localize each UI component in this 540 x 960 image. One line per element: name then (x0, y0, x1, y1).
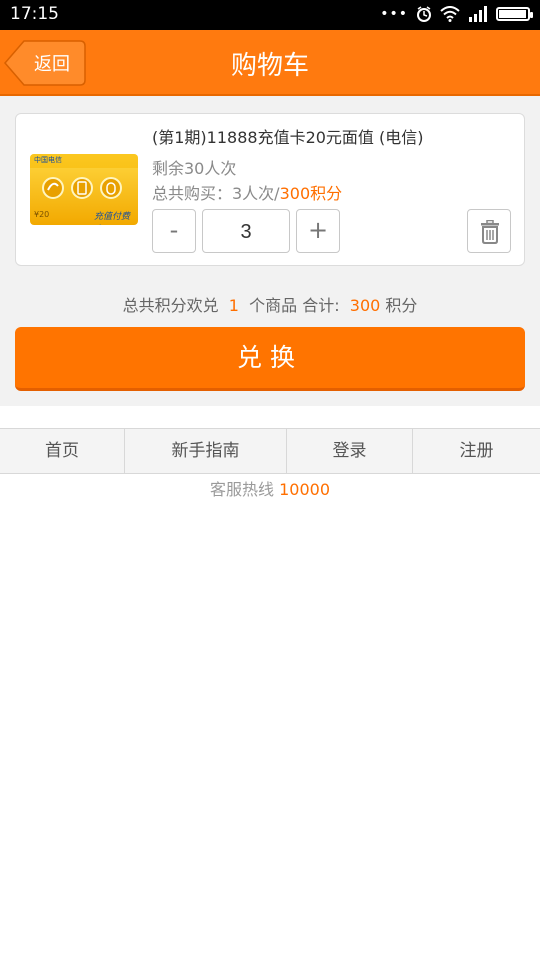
summary-prefix: 总共积分欢兑 (122, 296, 219, 315)
status-icons: ••• (380, 6, 533, 22)
summary-middle: 个商品 合计: (249, 296, 340, 315)
product-thumbnail[interactable]: 中国电信 ¥20 充值付费卡 (30, 154, 138, 225)
alarm-icon (417, 6, 431, 22)
status-time: 17:15 (10, 4, 59, 24)
battery-icon (496, 7, 533, 21)
thumb-card-brand: 充值付费卡 (94, 212, 131, 222)
cart-content: 中国电信 ¥20 充值付费卡 (第1期)11888充值卡20元面值 (电信) 剩… (0, 96, 540, 406)
footer-nav: 首页 新手指南 登录 注册 (0, 428, 540, 474)
product-bought: 总共购买：3人次/300积分 (152, 180, 342, 204)
summary-points: 300 (349, 296, 381, 315)
more-dots-icon: ••• (380, 6, 408, 22)
quantity-decrease-button[interactable]: - (152, 209, 196, 253)
hotline-label: 客服热线 (209, 480, 274, 499)
signal-icon (469, 6, 487, 22)
summary-suffix: 积分 (385, 296, 418, 315)
bought-prefix: 总共购买：3人次/ (152, 184, 280, 203)
exchange-button[interactable]: 兑换 (15, 327, 525, 391)
service-hotline: 客服热线 10000 (0, 476, 540, 500)
status-bar: 17:15 ••• (0, 0, 540, 30)
page-title: 购物车 (230, 51, 309, 81)
cart-item-card: 中国电信 ¥20 充值付费卡 (第1期)11888充值卡20元面值 (电信) 剩… (15, 113, 525, 266)
tab-register[interactable]: 注册 (413, 429, 540, 473)
thumb-card-value: ¥20 (34, 210, 50, 219)
wifi-icon (440, 6, 460, 22)
quantity-input[interactable]: 3 (202, 209, 290, 253)
bought-points: 300积分 (279, 184, 343, 203)
app-header: 返回 购物车 (0, 30, 540, 96)
tab-home[interactable]: 首页 (0, 429, 125, 473)
product-remaining: 剩余30人次 (152, 159, 237, 178)
tab-guide[interactable]: 新手指南 (125, 429, 287, 473)
summary-count: 1 (228, 296, 239, 315)
quantity-increase-button[interactable]: + (296, 209, 340, 253)
delete-item-button[interactable] (467, 209, 511, 253)
product-title[interactable]: (第1期)11888充值卡20元面值 (电信) (152, 124, 424, 148)
hotline-number[interactable]: 10000 (279, 480, 330, 499)
cart-summary: 总共积分欢兑 1 个商品 合计: 300 积分 (0, 292, 540, 316)
tab-login[interactable]: 登录 (287, 429, 413, 473)
thumb-carrier: 中国电信 (34, 156, 62, 164)
trash-icon (481, 220, 499, 244)
